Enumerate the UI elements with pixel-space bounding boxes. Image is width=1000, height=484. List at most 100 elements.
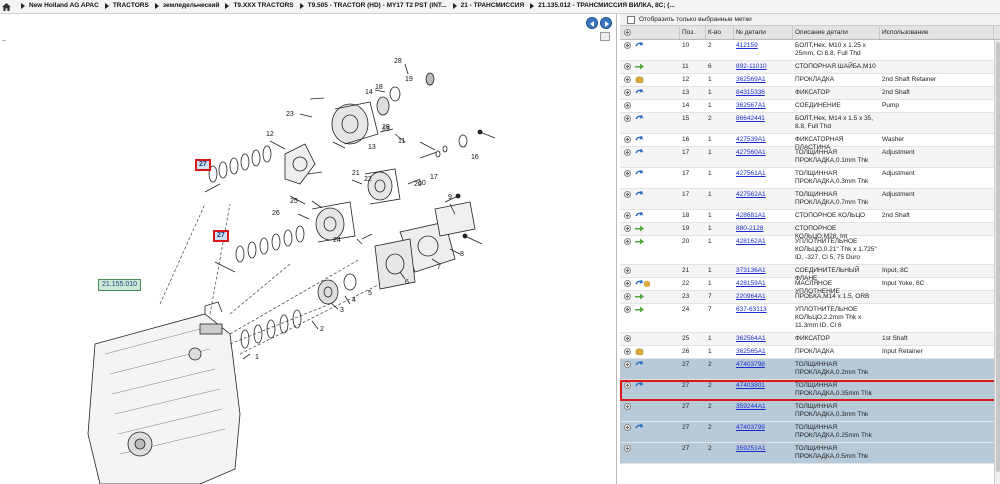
breadcrumb-item[interactable]: T9.505 - TRACTOR (HD) - MY17 T2 PST (INT…: [294, 2, 447, 9]
diagram-label-22[interactable]: 22: [364, 176, 372, 183]
blue-arrow-icon[interactable]: [635, 42, 644, 49]
diagram-label-9[interactable]: 9: [448, 194, 452, 201]
diagram-label-11[interactable]: 11: [398, 138, 405, 145]
table-row[interactable]: 27 2 47403799 ТОЛЩИННАЯ ПРОКЛАДКА,0.25mm Th…: [620, 422, 1000, 443]
cell-part-number-link[interactable]: 220964A1: [734, 291, 793, 300]
cell-part-number-link[interactable]: 428159A1: [734, 278, 793, 287]
diagram-label-25[interactable]: 25: [290, 198, 298, 205]
expand-all-icon[interactable]: [624, 29, 631, 36]
diagram-label-5[interactable]: 5: [368, 290, 372, 297]
add-to-cart-icon[interactable]: [624, 348, 631, 355]
callout-27-lower[interactable]: 27: [213, 230, 229, 242]
add-to-cart-icon[interactable]: [624, 149, 631, 156]
table-row[interactable]: 22 1 428159A1 МАСЛЯНОЕ УПЛОТНЕНИЕ Input Yoke…: [620, 278, 1000, 295]
scrollbar-thumb[interactable]: [996, 42, 1000, 472]
add-to-cart-icon[interactable]: [624, 89, 631, 96]
add-to-cart-icon[interactable]: [624, 42, 631, 49]
table-row[interactable]: 19 1 880-2128 СТОПОРНОЕ КОЛЬЦО,M28, Int: [620, 223, 1000, 240]
green-arrow-icon[interactable]: [635, 238, 644, 245]
green-arrow-icon[interactable]: [635, 306, 644, 313]
table-row[interactable]: 10 2 412159 БОЛТ,Hex, M10 x 1.25 x 25mm, Cl…: [620, 40, 1000, 61]
diagram-label-1[interactable]: 1: [255, 354, 259, 361]
cell-part-number-link[interactable]: 427561A1: [734, 168, 793, 177]
table-row[interactable]: 27 2 359244A1 ТОЛЩИННАЯ ПРОКЛАДКА,0.3mm Thk: [620, 401, 1000, 422]
arrow-package-icon[interactable]: [635, 280, 651, 287]
table-row[interactable]: 25 1 362564A1 ФИКСАТОР 1st Shaft: [620, 333, 1000, 346]
header-usage[interactable]: Использование: [880, 26, 994, 39]
table-row[interactable]: 27 2 47403801 ТОЛЩИННАЯ ПРОКЛАДКА,0.35mm Th…: [620, 380, 1000, 401]
cell-part-number-link[interactable]: 428681A1: [734, 210, 793, 219]
cell-part-number-link[interactable]: 47403798: [734, 359, 793, 368]
cell-part-number-link[interactable]: 359251A1: [734, 443, 793, 452]
table-row[interactable]: 26 1 362565A1 ПРОКЛАДКА Input Retainer: [620, 346, 1000, 359]
blue-arrow-icon[interactable]: [635, 89, 644, 96]
blue-arrow-icon[interactable]: [635, 191, 644, 198]
table-row[interactable]: 27 2 47403798 ТОЛЩИННАЯ ПРОКЛАДКА,0.2mm Thk: [620, 359, 1000, 380]
add-to-cart-icon[interactable]: [624, 293, 631, 300]
diagram-label-13[interactable]: 13: [368, 144, 376, 151]
table-row[interactable]: 16 1 427539A1 ФИКСАТОРНАЯ ПЛАСТИНА Washer: [620, 134, 1000, 151]
show-selected-checkbox[interactable]: [627, 15, 635, 24]
cell-part-number-link[interactable]: 373136A1: [734, 265, 793, 274]
blue-arrow-icon[interactable]: [635, 424, 644, 431]
cell-part-number-link[interactable]: 428162A1: [734, 236, 793, 245]
cell-part-number-link[interactable]: 427560A1: [734, 147, 793, 156]
diagram-label-20[interactable]: 20: [414, 181, 422, 188]
breadcrumb-item[interactable]: TRACTORS: [99, 2, 149, 9]
diagram-label-23[interactable]: 23: [286, 111, 294, 118]
breadcrumb-item[interactable]: земледельческий: [149, 2, 219, 9]
add-to-cart-icon[interactable]: [624, 382, 631, 389]
table-row[interactable]: 20 1 428162A1 УПЛОТНИТЕЛЬНОЕ КОЛЬЦО,0.21" T…: [620, 236, 1000, 265]
add-to-cart-icon[interactable]: [624, 238, 631, 245]
add-to-cart-icon[interactable]: [624, 212, 631, 219]
breadcrumb-item[interactable]: T9.XXX TRACTORS: [219, 2, 294, 9]
diagram-label-28[interactable]: 28: [394, 58, 402, 65]
cell-part-number-link[interactable]: 84315336: [734, 87, 793, 96]
cell-part-number-link[interactable]: 637-63113: [734, 304, 793, 313]
cell-part-number-link[interactable]: 47403799: [734, 422, 793, 431]
cell-part-number-link[interactable]: 892-11010: [734, 61, 793, 70]
diagram-label-14[interactable]: 14: [365, 89, 373, 96]
breadcrumb-item[interactable]: 21 - ТРАНСМИССИЯ: [447, 2, 524, 9]
cell-part-number-link[interactable]: 412159: [734, 40, 793, 49]
add-to-cart-icon[interactable]: [624, 424, 631, 431]
add-to-cart-icon[interactable]: [624, 335, 631, 342]
table-row[interactable]: 14 1 362567A1 СОЕДИНЕНИЕ Pump: [620, 100, 1000, 113]
package-icon[interactable]: [635, 348, 644, 355]
cell-part-number-link[interactable]: 362565A1: [734, 346, 793, 355]
diagram-label-3[interactable]: 3: [340, 307, 344, 314]
blue-arrow-icon[interactable]: [635, 149, 644, 156]
header-description[interactable]: Описание детали: [793, 26, 880, 39]
add-to-cart-icon[interactable]: [624, 280, 631, 287]
cell-part-number-link[interactable]: 427539A1: [734, 134, 793, 143]
diagram-label-6[interactable]: 6: [405, 279, 409, 286]
table-row[interactable]: 17 1 427562A1 ТОЛЩИННАЯ ПРОКЛАДКА,0.7mm Thk…: [620, 189, 1000, 210]
callout-assembly-ref[interactable]: 21.155.010: [98, 279, 142, 291]
blue-arrow-icon[interactable]: [635, 115, 644, 122]
callout-27-upper[interactable]: 27: [195, 159, 211, 171]
table-row[interactable]: 17 1 427561A1 ТОЛЩИННАЯ ПРОКЛАДКА,0.3mm Thk…: [620, 168, 1000, 189]
cell-part-number-link[interactable]: 362564A1: [734, 333, 793, 342]
blue-arrow-icon[interactable]: [635, 361, 644, 368]
table-row[interactable]: 13 1 84315336 ФИКСАТОР 2nd Shaft: [620, 87, 1000, 100]
diagram-label-12[interactable]: 12: [266, 131, 274, 138]
package-icon[interactable]: [635, 76, 644, 83]
table-row[interactable]: 12 1 362569A1 ПРОКЛАДКА 2nd Shaft Retainer: [620, 74, 1000, 87]
table-row[interactable]: 21 1 373136A1 СОЕДИНИТЕЛЬНЫЙ ФЛАНЕ Input, 8C: [620, 265, 1000, 282]
header-pos[interactable]: Поз.: [680, 26, 706, 39]
add-to-cart-icon[interactable]: [624, 445, 631, 452]
diagram-label-24[interactable]: 24: [333, 237, 341, 244]
blue-arrow-icon[interactable]: [635, 382, 644, 389]
table-row[interactable]: 18 1 428681A1 СТОПОРНОЕ КОЛЬЦО 2nd Shaft: [620, 210, 1000, 223]
add-to-cart-icon[interactable]: [624, 102, 631, 109]
cell-part-number-link[interactable]: 359244A1: [734, 401, 793, 410]
diagram-label-8[interactable]: 8: [460, 251, 464, 258]
add-to-cart-icon[interactable]: [624, 361, 631, 368]
diagram-label-19[interactable]: 19: [405, 76, 413, 83]
diagram-label-16[interactable]: 16: [471, 154, 479, 161]
add-to-cart-icon[interactable]: [624, 306, 631, 313]
cell-part-number-link[interactable]: 86642441: [734, 113, 793, 122]
table-row[interactable]: 15 2 86642441 БОЛТ,Hex, M14 x 1.5 x 35, 8.8…: [620, 113, 1000, 134]
add-to-cart-icon[interactable]: [624, 63, 631, 70]
home-icon[interactable]: [2, 2, 11, 11]
